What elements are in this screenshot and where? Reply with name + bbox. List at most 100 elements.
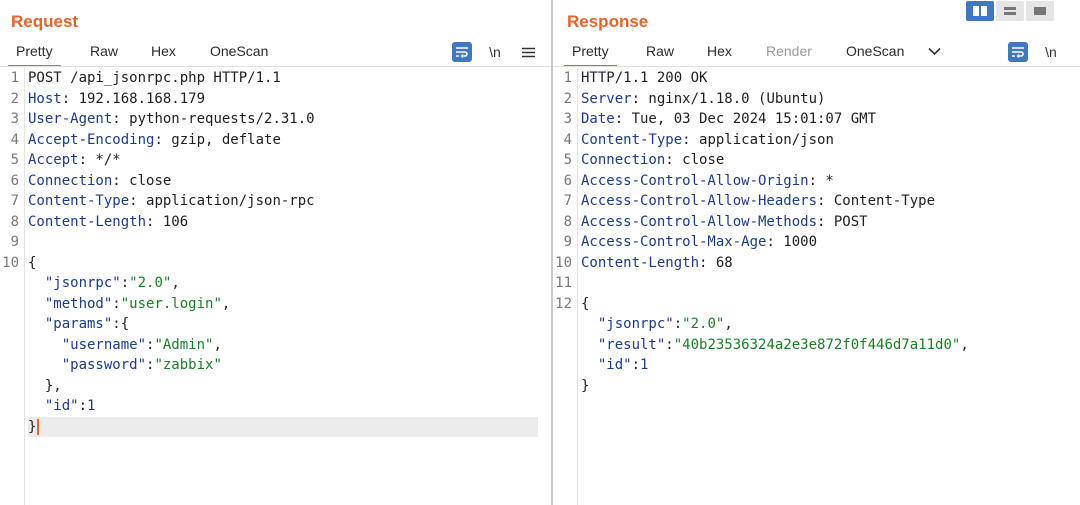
code-line: 7 Access-Control-Allow-Headers: Content-T…: [553, 191, 1080, 212]
code-token: : 106: [146, 213, 189, 230]
code-text: User-Agent: python-requests/2.31.0: [28, 109, 315, 130]
code-text: Access-Control-Allow-Headers: Content-Ty…: [581, 191, 935, 212]
code-token: "2.0": [682, 316, 725, 332]
code-token: Content-Length: [581, 254, 700, 271]
code-token: HTTP/1.1 200 OK: [581, 70, 708, 86]
code-token: 1: [87, 398, 96, 414]
response-tabs-dropdown[interactable]: [928, 43, 941, 59]
code-token: Accept: [28, 152, 79, 168]
response-tab-underline: [553, 66, 1080, 67]
code-line: 6 Access-Control-Allow-Origin: *: [553, 171, 1080, 192]
response-newline-toggle-button[interactable]: \n: [1041, 42, 1061, 62]
code-token: :: [673, 316, 683, 332]
code-line: 12 {: [553, 294, 1080, 315]
response-tab-onescan[interactable]: OneScan: [846, 43, 904, 59]
newline-toggle-button[interactable]: \n: [485, 42, 505, 62]
response-tab-pretty[interactable]: Pretty: [564, 43, 617, 67]
code-line: 8 Access-Control-Allow-Methods: POST: [553, 212, 1080, 233]
line-number: 10: [555, 254, 572, 271]
code-line: 11: [553, 273, 1080, 294]
response-tab-raw[interactable]: Raw: [646, 43, 674, 59]
request-menu-button[interactable]: [518, 42, 538, 62]
line-number: 6: [10, 172, 19, 189]
code-token: "method": [28, 295, 113, 312]
response-editor[interactable]: 1 HTTP/1.1 200 OK 2 Server: nginx/1.18.0 (U…: [553, 68, 1080, 505]
code-text: {: [581, 294, 589, 315]
code-token: {: [28, 254, 37, 271]
response-title: Response: [567, 12, 649, 31]
request-tab-underline: [0, 66, 551, 67]
request-tab-raw[interactable]: Raw: [90, 43, 118, 59]
code-line: 2 Server: nginx/1.18.0 (Ubuntu): [553, 89, 1080, 110]
code-token: : 1000: [766, 234, 818, 250]
code-token: Accept-Encoding: [28, 131, 155, 148]
code-token: }: [28, 418, 37, 435]
code-token: Connection: [581, 152, 666, 168]
code-token: : gzip, deflate: [154, 131, 281, 148]
code-text: },: [28, 376, 62, 397]
code-text: }: [581, 376, 589, 397]
response-tab-hex[interactable]: Hex: [707, 43, 732, 59]
code-text: "username":"Admin",: [28, 335, 222, 356]
code-token: User-Agent: [28, 111, 113, 127]
code-token: Access-Control-Allow-Methods: [581, 213, 818, 230]
line-number: 1: [563, 70, 572, 86]
response-tab-render[interactable]: Render: [766, 43, 812, 59]
code-line: },: [0, 376, 551, 397]
request-editor[interactable]: 1 POST /api_jsonrpc.php HTTP/1.1 2 Host: 19…: [0, 68, 551, 505]
rows-icon: [1004, 7, 1016, 15]
code-token: : close: [112, 172, 172, 189]
code-token: : 68: [699, 254, 733, 271]
line-number: 3: [563, 111, 572, 127]
code-line: 4 Content-Type: application/json: [553, 130, 1080, 151]
request-title: Request: [11, 12, 79, 31]
request-tab-hex[interactable]: Hex: [151, 43, 176, 59]
layout-stacked-button[interactable]: [996, 1, 1024, 21]
code-token: "result": [581, 336, 666, 353]
code-line: "password":"zabbix": [0, 355, 551, 376]
code-text: Connection: close: [581, 150, 724, 171]
code-text: "method":"user.login",: [28, 294, 230, 315]
code-line: 6 Connection: close: [0, 171, 551, 192]
wrap-lines-button[interactable]: [452, 42, 472, 62]
code-text: "id":1: [581, 355, 649, 376]
layout-tabs-button[interactable]: [1026, 1, 1054, 21]
code-line: }: [0, 416, 551, 437]
line-number: 3: [10, 111, 19, 127]
code-token: ,: [213, 336, 222, 353]
code-token: },: [28, 377, 62, 394]
response-wrap-lines-button[interactable]: [1008, 42, 1028, 62]
code-line: 7 Content-Type: application/json-rpc: [0, 191, 551, 212]
code-token: Access-Control-Allow-Headers: [581, 193, 818, 209]
response-tabs: Pretty Raw Hex Render OneScan: [553, 40, 1080, 67]
code-line: 2 Host: 192.168.168.179: [0, 89, 551, 110]
code-text: Date: Tue, 03 Dec 2024 15:01:07 GMT: [581, 109, 876, 130]
request-tab-onescan[interactable]: OneScan: [210, 43, 268, 59]
line-number: 4: [10, 131, 19, 148]
code-line: "id":1: [0, 396, 551, 417]
code-token: :: [631, 357, 641, 373]
code-token: : Content-Type: [817, 193, 936, 209]
code-text: HTTP/1.1 200 OK: [581, 68, 707, 89]
line-number: 5: [563, 152, 572, 168]
code-token: ,: [724, 316, 733, 332]
code-token: "jsonrpc": [581, 316, 674, 332]
layout-side-by-side-button[interactable]: [966, 1, 994, 21]
code-token: POST /api_jsonrpc.php HTTP/1.1: [28, 70, 281, 86]
code-token: Access-Control-Max-Age: [581, 234, 767, 250]
code-token: "Admin": [154, 336, 214, 353]
code-token: :: [112, 295, 121, 312]
code-token: Date: [581, 111, 615, 127]
line-number: 9: [10, 234, 19, 250]
code-token: : POST: [817, 213, 868, 230]
code-token: }: [581, 377, 590, 394]
code-line: 1 POST /api_jsonrpc.php HTTP/1.1: [0, 68, 551, 89]
code-line: 3 Date: Tue, 03 Dec 2024 15:01:07 GMT: [553, 109, 1080, 130]
line-number: 12: [555, 295, 572, 312]
code-line: "username":"Admin",: [0, 335, 551, 356]
code-text: }: [28, 416, 538, 437]
code-line: "id":1: [553, 355, 1080, 376]
code-line: "method":"user.login",: [0, 294, 551, 315]
text-caret: [37, 418, 40, 435]
request-tab-pretty[interactable]: Pretty: [8, 43, 61, 67]
